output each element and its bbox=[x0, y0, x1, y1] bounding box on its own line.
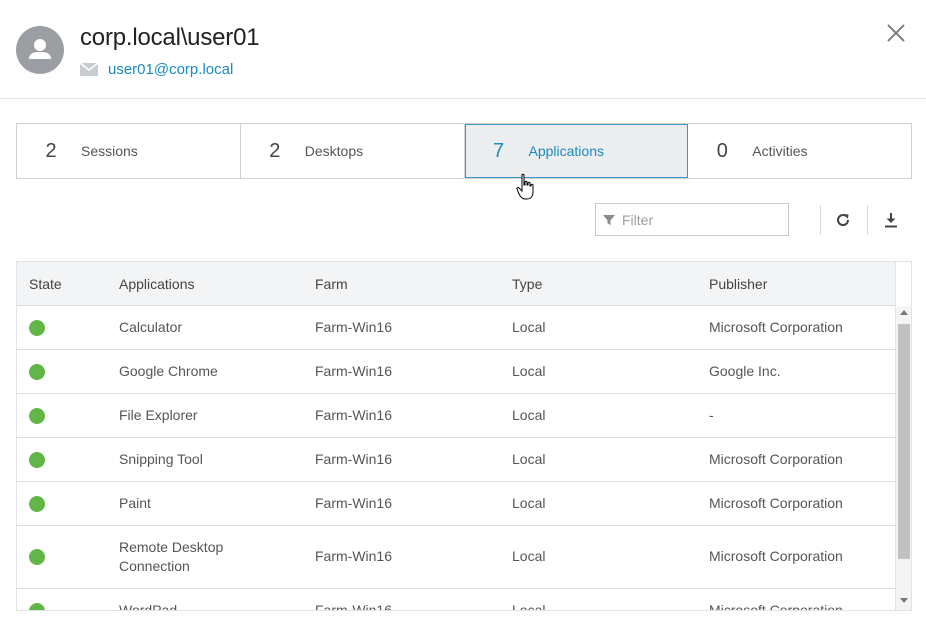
cell-type: Local bbox=[512, 407, 546, 423]
cell-application: Remote Desktop Connection bbox=[119, 539, 224, 574]
cell-application: Google Chrome bbox=[119, 363, 218, 379]
tab-label: Activities bbox=[752, 143, 808, 159]
tab-sessions[interactable]: 2 Sessions bbox=[17, 124, 241, 178]
column-header-type[interactable]: Type bbox=[512, 262, 542, 306]
close-icon[interactable] bbox=[884, 21, 908, 45]
cell-farm: Farm-Win16 bbox=[315, 495, 393, 511]
table-row[interactable]: WordPad Farm-Win16 Local Microsoft Corpo… bbox=[17, 589, 895, 611]
state-available-icon bbox=[29, 603, 45, 610]
grid-header-corner bbox=[895, 262, 911, 306]
cell-publisher: - bbox=[709, 407, 714, 423]
state-available-icon bbox=[29, 320, 45, 336]
cell-type: Local bbox=[512, 319, 546, 335]
grid-scrollbar[interactable] bbox=[895, 306, 911, 610]
cell-publisher: Microsoft Corporation bbox=[709, 548, 843, 564]
table-row[interactable]: Paint Farm-Win16 Local Microsoft Corpora… bbox=[17, 482, 895, 526]
tab-count: 0 bbox=[716, 139, 728, 162]
cell-farm: Farm-Win16 bbox=[315, 602, 393, 611]
table-row[interactable]: Remote Desktop Connection Farm-Win16 Loc… bbox=[17, 526, 895, 589]
tab-applications[interactable]: 7 Applications bbox=[464, 124, 689, 178]
user-avatar-icon bbox=[16, 26, 64, 74]
scroll-up-arrow-icon[interactable] bbox=[900, 310, 908, 315]
summary-tabs: 2 Sessions 2 Desktops 7 Applications 0 A… bbox=[16, 123, 912, 179]
cell-publisher: Google Inc. bbox=[709, 363, 781, 379]
cell-type: Local bbox=[512, 548, 546, 564]
column-header-publisher[interactable]: Publisher bbox=[709, 262, 767, 306]
column-header-farm[interactable]: Farm bbox=[315, 262, 348, 306]
tab-count: 7 bbox=[492, 139, 505, 162]
state-available-icon bbox=[29, 452, 45, 468]
cell-farm: Farm-Win16 bbox=[315, 363, 393, 379]
filter-input[interactable] bbox=[622, 211, 782, 228]
refresh-icon[interactable] bbox=[833, 210, 853, 230]
scroll-down-arrow-icon[interactable] bbox=[900, 598, 908, 603]
cell-publisher: Microsoft Corporation bbox=[709, 495, 843, 511]
table-row[interactable]: Snipping Tool Farm-Win16 Local Microsoft… bbox=[17, 438, 895, 482]
column-header-state[interactable]: State bbox=[29, 262, 62, 306]
scrollbar-thumb[interactable] bbox=[898, 324, 910, 559]
cell-publisher: Microsoft Corporation bbox=[709, 319, 843, 335]
cell-application: Calculator bbox=[119, 319, 183, 335]
filter-icon bbox=[603, 214, 615, 225]
mail-icon bbox=[79, 62, 99, 76]
cell-application: File Explorer bbox=[119, 407, 198, 423]
toolbar-divider bbox=[867, 205, 868, 235]
cell-application: Snipping Tool bbox=[119, 451, 203, 467]
cell-farm: Farm-Win16 bbox=[315, 548, 393, 564]
cell-type: Local bbox=[512, 495, 546, 511]
tab-label: Desktops bbox=[304, 143, 364, 159]
tab-count: 2 bbox=[269, 139, 281, 162]
grid-header: State Applications Farm Type Publisher bbox=[17, 262, 895, 306]
table-row[interactable]: Google Chrome Farm-Win16 Local Google In… bbox=[17, 350, 895, 394]
cell-farm: Farm-Win16 bbox=[315, 407, 393, 423]
state-available-icon bbox=[29, 549, 45, 565]
cell-application: WordPad bbox=[119, 602, 178, 611]
user-name: corp.local\user01 bbox=[80, 24, 260, 51]
cell-farm: Farm-Win16 bbox=[315, 451, 393, 467]
filter-field[interactable] bbox=[595, 203, 789, 236]
cell-type: Local bbox=[512, 363, 546, 379]
cell-publisher: Microsoft Corporation bbox=[709, 451, 843, 467]
applications-grid: State Applications Farm Type Publisher C… bbox=[16, 261, 912, 611]
cell-type: Local bbox=[512, 451, 546, 467]
user-header: corp.local\user01 user01@corp.local bbox=[0, 0, 926, 99]
state-available-icon bbox=[29, 408, 45, 424]
table-row[interactable]: File Explorer Farm-Win16 Local - bbox=[17, 394, 895, 438]
tab-desktops[interactable]: 2 Desktops bbox=[240, 124, 465, 178]
cell-publisher: Microsoft Corporation bbox=[709, 602, 843, 611]
state-available-icon bbox=[29, 364, 45, 380]
toolbar-divider bbox=[820, 205, 821, 235]
tab-label: Sessions bbox=[81, 143, 138, 159]
user-email-link[interactable]: user01@corp.local bbox=[108, 61, 233, 78]
cell-farm: Farm-Win16 bbox=[315, 319, 393, 335]
table-row[interactable]: Calculator Farm-Win16 Local Microsoft Co… bbox=[17, 306, 895, 350]
cell-type: Local bbox=[512, 602, 546, 611]
download-icon[interactable] bbox=[881, 210, 901, 230]
column-header-applications[interactable]: Applications bbox=[119, 262, 195, 306]
tab-activities[interactable]: 0 Activities bbox=[688, 124, 911, 178]
tab-label: Applications bbox=[528, 143, 605, 159]
tab-count: 2 bbox=[45, 139, 57, 162]
grid-rows: Calculator Farm-Win16 Local Microsoft Co… bbox=[17, 306, 895, 611]
state-available-icon bbox=[29, 496, 45, 512]
cell-application: Paint bbox=[119, 495, 151, 511]
